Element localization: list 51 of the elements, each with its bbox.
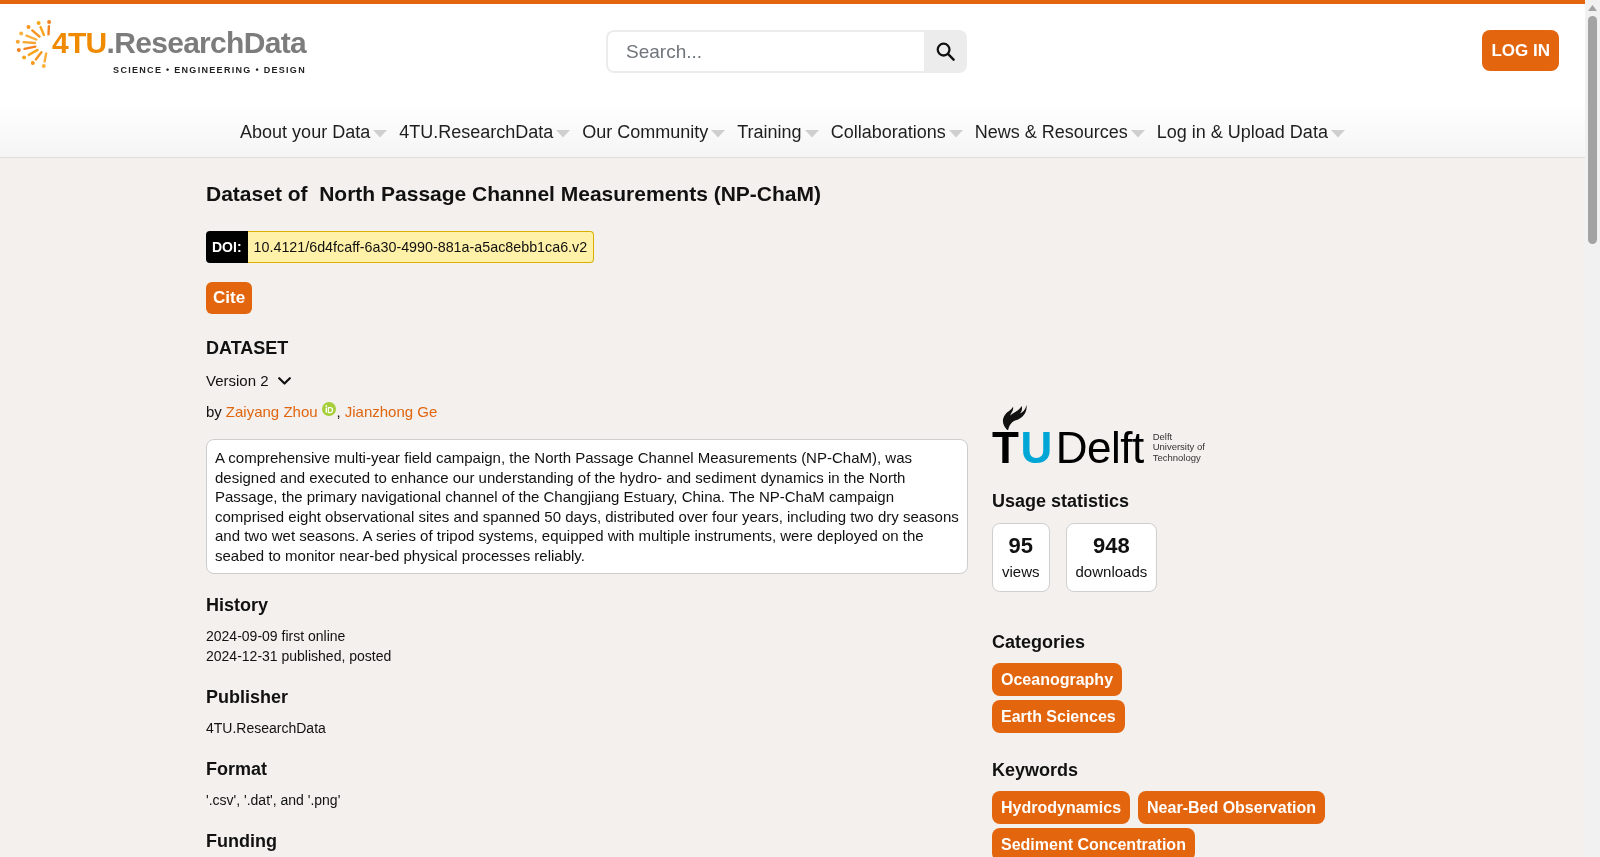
version-dropdown[interactable]: Version 2 (206, 370, 291, 392)
section-text: '.csv', '.dat', and '.png' (206, 791, 342, 810)
section-text: 2024-09-09 first online (206, 627, 347, 646)
author-link[interactable]: Jianzhong Ge (344, 401, 438, 423)
stat-value: 948 (1093, 533, 1130, 559)
scrollbar-thumb[interactable] (1588, 16, 1597, 244)
nav-menu-item[interactable]: Our Community (576, 122, 732, 143)
stat-label: views (1002, 562, 1040, 582)
keyword-tag[interactable]: Hydrodynamics (992, 791, 1131, 824)
dataset-type-label: DATASET (206, 337, 290, 360)
cite-button[interactable]: Cite (206, 282, 253, 314)
university-wordmark: TU Delft (992, 430, 1144, 466)
search-icon (936, 42, 955, 61)
doi-label: DOI: (206, 231, 248, 263)
byline-label: by (206, 402, 222, 422)
description-text: A comprehensive multi-year field campaign, the North Passage Channel Measurements (NP-ChaM), was designed and executed to enhance our understanding of the hydro- and sediment dynamics in the North Passage, the primary navigational channel of the Changjiang Estuary, China. The NP-ChaM campaign comprised eight observational sites and spanned 50 days, distributed over four years, including two dry seasons and two wet seasons. A series of tripod systems, equipped with multiple instruments, were deployed on the seabed to monitor near-bed physical processes reliably. (206, 439, 968, 574)
search-field[interactable]: Search... (606, 30, 924, 73)
stat-label: downloads (1075, 562, 1148, 582)
sidebar-heading: Categories (992, 631, 1087, 654)
nav-menu-item[interactable]: About your Data (234, 122, 394, 143)
logo-wordmark[interactable]: 4TU.ResearchData (52, 26, 306, 60)
nav-menu-item[interactable]: Training (731, 122, 825, 143)
category-tag[interactable]: Oceanography (992, 663, 1123, 696)
author-separator: , (336, 402, 341, 422)
logo-tagline: SCIENCE • ENGINEERING • DESIGN (113, 65, 306, 75)
sidebar-heading: Keywords (992, 759, 1080, 782)
keyword-tag[interactable]: Sediment Concentration (992, 828, 1195, 857)
university-caption: Delft University of Technology (1152, 431, 1205, 463)
sunburst-icon (14, 19, 52, 69)
section-heading: Format (206, 758, 268, 781)
scrollbar[interactable] (1585, 0, 1600, 857)
login-button[interactable]: LOG IN (1482, 30, 1559, 71)
scroll-up-arrow-icon (1588, 5, 1597, 11)
nav-menu-item[interactable]: 4TU.ResearchData (393, 122, 577, 143)
doi-link[interactable]: 10.4121/6d4fcaff-6a30-4990-881a-a5ac8ebb1ca6.v2 (247, 231, 595, 263)
nav-menu-item[interactable]: News & Resources (968, 122, 1151, 143)
nav-menu-item[interactable]: Log in & Upload Data (1150, 122, 1351, 143)
section-heading: Publisher (206, 686, 290, 709)
category-tag[interactable]: Earth Sciences (992, 700, 1125, 733)
chevron-down-icon (277, 377, 291, 385)
author-link[interactable]: Zaiyang Zhou (225, 401, 318, 423)
section-heading: Funding (206, 830, 278, 853)
search-button[interactable] (924, 30, 967, 73)
keyword-tag[interactable]: Near-Bed Observation (1138, 791, 1325, 824)
page-title: Dataset of North Passage Channel Measurements (NP-ChaM) (206, 181, 822, 207)
section-text: 4TU.ResearchData (206, 719, 327, 738)
stat-value: 95 (1008, 533, 1033, 559)
nav-menu-item[interactable]: Collaborations (824, 122, 969, 143)
sidebar-heading: Usage statistics (992, 490, 1131, 513)
section-heading: History (206, 594, 269, 617)
section-text: 2024-12-31 published, posted (206, 647, 393, 666)
